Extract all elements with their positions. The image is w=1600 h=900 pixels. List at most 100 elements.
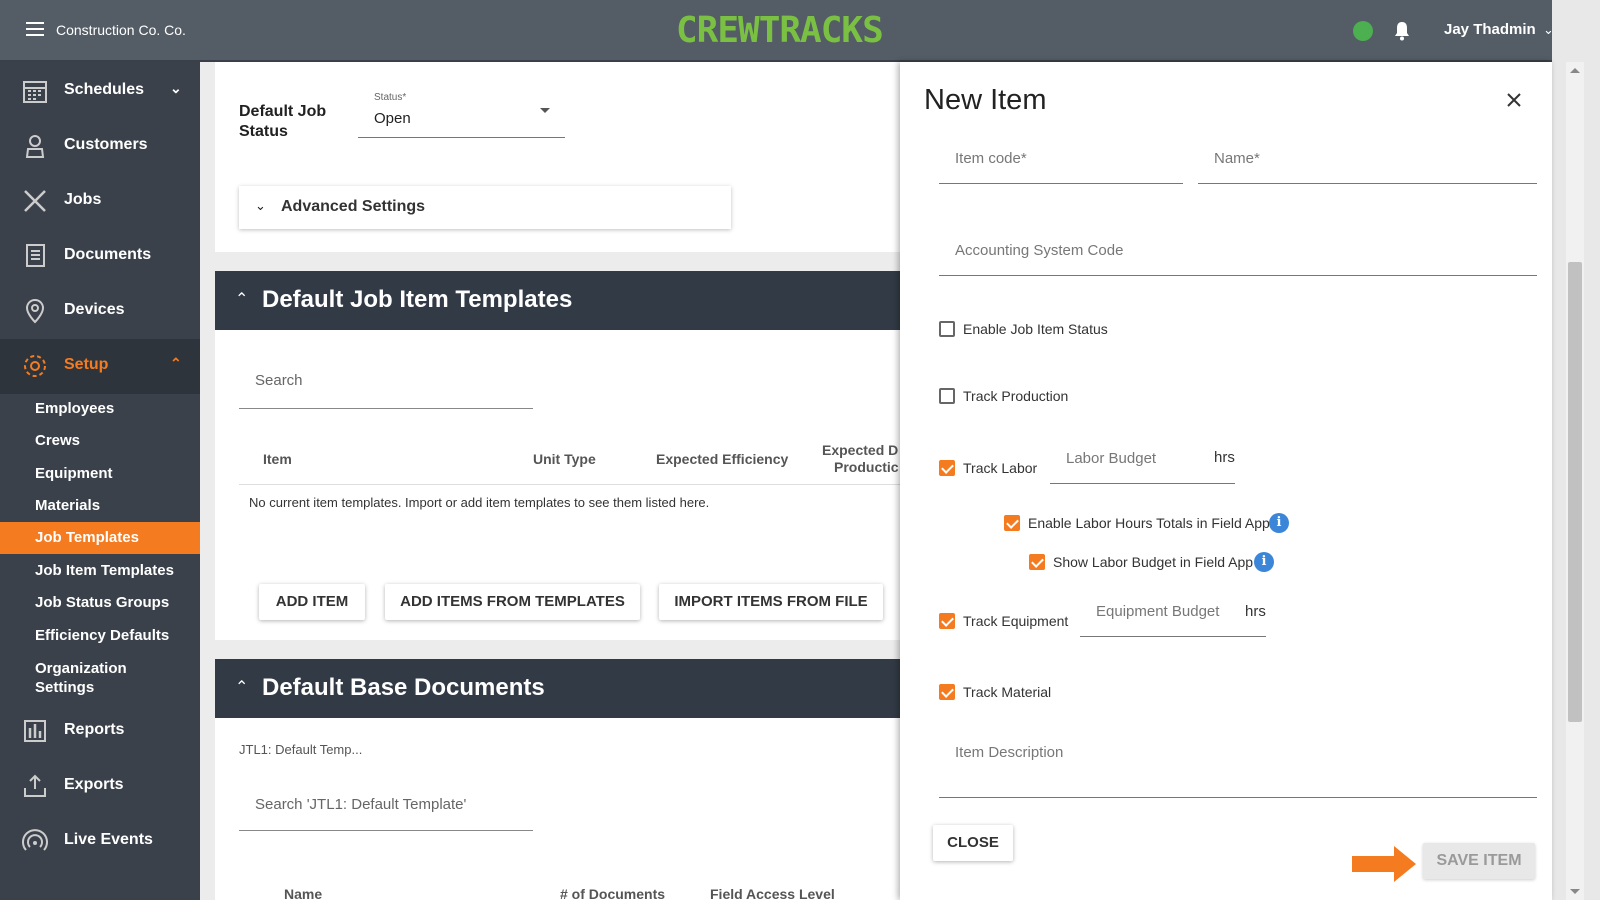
customer-icon xyxy=(25,135,45,158)
scroll-down-icon[interactable] xyxy=(1570,889,1580,894)
search-placeholder: Search xyxy=(255,372,303,389)
chevron-down-icon: ⌄ xyxy=(255,198,266,213)
new-item-panel: New Item Item code* Name* Accounting Sys… xyxy=(900,62,1552,900)
sidebar: Schedules ⌄ Customers Jobs Documents Dev… xyxy=(0,62,200,900)
labor-budget-input[interactable]: Labor Budget xyxy=(1050,436,1235,484)
bell-icon[interactable] xyxy=(1393,20,1411,42)
chevron-down-icon: ⌄ xyxy=(170,80,182,96)
default-job-status-label: Default Job Status xyxy=(239,103,327,140)
track-equipment-label: Track Equipment xyxy=(963,613,1069,629)
sidebar-item-devices[interactable]: Devices xyxy=(0,284,200,339)
docs-subtitle: JTL1: Default Temp... xyxy=(239,742,363,757)
column-header-field-access[interactable]: Field Access Level xyxy=(710,886,835,900)
info-icon[interactable]: i xyxy=(1254,552,1274,572)
column-header-unit-type[interactable]: Unit Type xyxy=(533,451,596,467)
track-production-label: Track Production xyxy=(963,388,1069,404)
column-header-doc-count[interactable]: # of Documents xyxy=(560,886,665,900)
company-name: Construction Co. Co. xyxy=(56,22,186,38)
enable-job-item-status-checkbox[interactable] xyxy=(939,321,955,337)
chevron-down-icon[interactable]: ⌄ xyxy=(1543,22,1554,38)
track-material-label: Track Material xyxy=(963,684,1052,700)
info-icon[interactable]: i xyxy=(1269,513,1289,533)
sidebar-item-label: Schedules xyxy=(64,81,145,98)
online-status-icon xyxy=(1353,21,1373,41)
track-labor-checkbox[interactable] xyxy=(939,460,955,476)
sidebar-subitem-materials[interactable]: Materials xyxy=(0,497,200,514)
scroll-up-icon[interactable] xyxy=(1570,68,1580,73)
sidebar-subitem-job-item-templates[interactable]: Job Item Templates xyxy=(0,562,200,579)
item-description-placeholder: Item Description xyxy=(955,744,1064,761)
save-item-button[interactable]: SAVE ITEM xyxy=(1423,843,1535,879)
user-menu-button[interactable]: Jay Thadmin xyxy=(1444,21,1536,38)
divider xyxy=(239,484,900,485)
sidebar-item-label: Documents xyxy=(64,246,152,263)
sidebar-item-label: Devices xyxy=(64,301,125,318)
sidebar-subitem-employees[interactable]: Employees xyxy=(0,400,200,417)
location-pin-icon xyxy=(25,298,45,324)
documents-icon xyxy=(26,244,45,267)
column-header-name[interactable]: Name xyxy=(284,886,322,900)
calendar-icon xyxy=(23,81,47,103)
scrollbar-thumb[interactable] xyxy=(1568,262,1582,722)
advanced-settings-toggle[interactable]: ⌄ Advanced Settings xyxy=(239,186,731,229)
menu-icon[interactable] xyxy=(26,22,44,36)
column-header-expected-efficiency[interactable]: Expected Efficiency xyxy=(656,451,788,467)
equipment-unit: hrs xyxy=(1245,603,1266,620)
main-content: Default Job Status Status* Open ⌄ Advanc… xyxy=(200,62,900,900)
sidebar-item-reports[interactable]: Reports xyxy=(0,704,200,759)
item-description-input[interactable]: Item Description xyxy=(939,728,1537,798)
item-code-input[interactable]: Item code* xyxy=(939,136,1183,184)
sidebar-item-customers[interactable]: Customers xyxy=(0,119,200,174)
search-input[interactable]: Search xyxy=(239,352,533,409)
sidebar-subitem-job-status-groups[interactable]: Job Status Groups xyxy=(0,594,200,611)
enable-labor-hours-label: Enable Labor Hours Totals in Field App xyxy=(1028,515,1270,531)
show-labor-budget-checkbox[interactable] xyxy=(1029,554,1045,570)
status-field-label: Status* xyxy=(374,92,407,103)
sidebar-item-jobs[interactable]: Jobs xyxy=(0,174,200,229)
sidebar-subitem-crews[interactable]: Crews xyxy=(0,432,200,449)
sidebar-subitem-organization-settings[interactable]: Organization Settings xyxy=(0,659,160,697)
import-items-from-file-button[interactable]: IMPORT ITEMS FROM FILE xyxy=(659,584,883,620)
docs-search-input[interactable]: Search 'JTL1: Default Template' xyxy=(239,774,533,831)
close-button[interactable]: CLOSE xyxy=(933,825,1013,861)
bar-chart-icon xyxy=(24,720,46,742)
sidebar-item-exports[interactable]: Exports xyxy=(0,759,200,814)
add-items-from-templates-button[interactable]: ADD ITEMS FROM TEMPLATES xyxy=(385,584,640,620)
sidebar-subitem-job-templates[interactable]: Job Templates xyxy=(0,522,200,554)
enable-labor-hours-checkbox[interactable] xyxy=(1004,515,1020,531)
sidebar-item-documents[interactable]: Documents xyxy=(0,229,200,284)
sidebar-subitem-efficiency-defaults[interactable]: Efficiency Defaults xyxy=(0,627,200,644)
sidebar-item-label: Live Events xyxy=(64,831,153,848)
arrow-right-icon xyxy=(1352,846,1416,882)
sidebar-item-schedules[interactable]: Schedules ⌄ xyxy=(0,64,200,119)
item-templates-card: Search Item Unit Type Expected Efficienc… xyxy=(215,330,900,640)
track-material-checkbox[interactable] xyxy=(939,684,955,700)
empty-message: No current item templates. Import or add… xyxy=(249,495,710,510)
sidebar-item-label: Exports xyxy=(64,776,124,793)
track-production-checkbox[interactable] xyxy=(939,388,955,404)
item-code-placeholder: Item code* xyxy=(955,150,1027,167)
panel-scrollbar[interactable] xyxy=(1566,62,1584,900)
job-status-card: Default Job Status Status* Open ⌄ Advanc… xyxy=(215,62,900,252)
column-header-expected-d[interactable]: Expected D xyxy=(822,442,898,458)
column-header-production[interactable]: Productic xyxy=(834,459,899,475)
accounting-code-input[interactable]: Accounting System Code xyxy=(939,228,1537,276)
gear-icon xyxy=(24,355,46,377)
name-placeholder: Name* xyxy=(1214,150,1260,167)
base-documents-header[interactable]: ⌃ Default Base Documents xyxy=(215,659,900,718)
sidebar-item-label: Customers xyxy=(64,136,148,153)
add-item-button[interactable]: ADD ITEM xyxy=(259,584,365,620)
sidebar-subitem-equipment[interactable]: Equipment xyxy=(0,465,200,482)
close-icon[interactable] xyxy=(1506,92,1522,108)
advanced-settings-label: Advanced Settings xyxy=(281,198,426,215)
chevron-up-icon: ⌃ xyxy=(170,355,182,371)
name-input[interactable]: Name* xyxy=(1198,136,1537,184)
base-documents-card: JTL1: Default Temp... Search 'JTL1: Defa… xyxy=(215,718,900,900)
track-equipment-checkbox[interactable] xyxy=(939,613,955,629)
sidebar-item-setup[interactable]: Setup ⌃ xyxy=(0,339,200,394)
column-header-item[interactable]: Item xyxy=(263,451,292,467)
equipment-budget-input[interactable]: Equipment Budget xyxy=(1080,589,1266,637)
status-select[interactable]: Status* Open xyxy=(358,90,565,138)
item-templates-header[interactable]: ⌃ Default Job Item Templates xyxy=(215,271,900,330)
sidebar-item-live-events[interactable]: Live Events xyxy=(0,814,200,869)
